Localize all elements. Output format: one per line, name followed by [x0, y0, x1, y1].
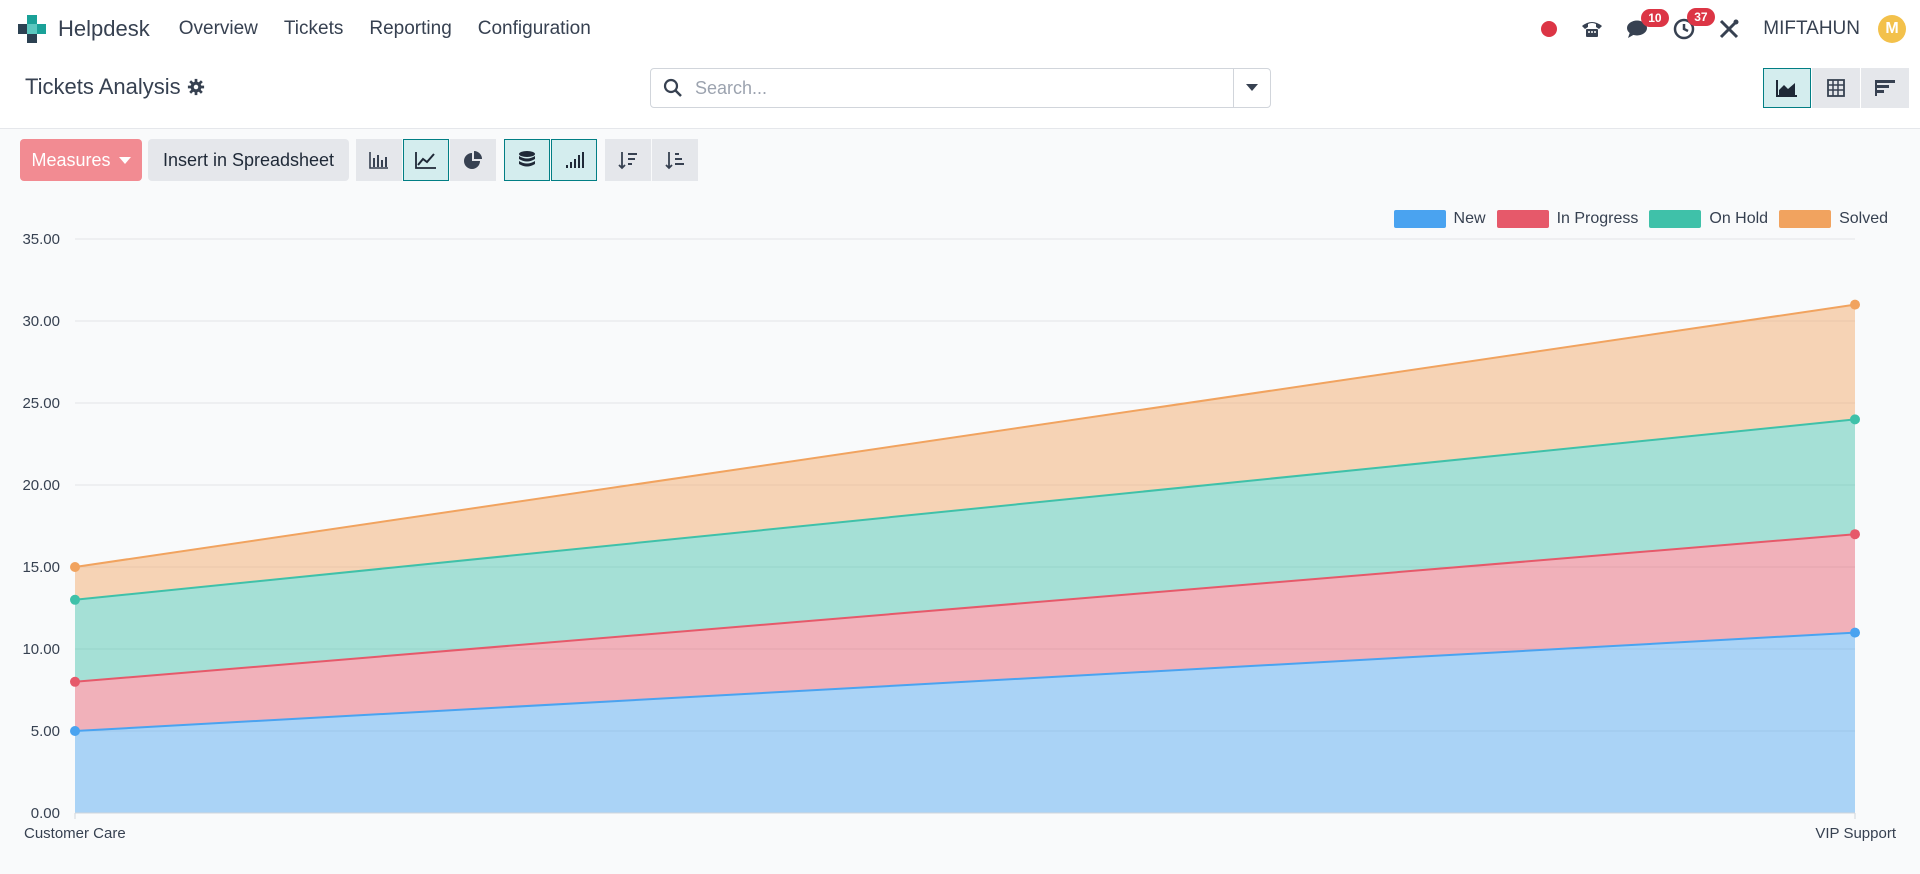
data-point-in-progress [70, 676, 80, 687]
pivot-view-button[interactable] [1812, 68, 1860, 108]
phone-button[interactable] [1581, 20, 1603, 38]
stacked-button[interactable] [504, 139, 550, 181]
area-chart-icon [1776, 80, 1797, 97]
data-point-on-hold [1850, 414, 1860, 425]
sort-descending-icon [618, 152, 637, 170]
line-chart-icon [415, 152, 436, 169]
caret-down-icon [118, 156, 131, 164]
legend-item-in-progress[interactable]: In Progress [1496, 210, 1639, 228]
stacked-area-chart: 0.00 5.00 10.00 15.00 20.00 25.00 30.00 35.00 Cu… [22, 231, 1896, 842]
messages-button[interactable]: 10 [1627, 9, 1669, 39]
control-panel: Tickets Analysis [0, 58, 1920, 129]
insert-spreadsheet-button[interactable]: Insert in Spreadsheet [148, 139, 349, 181]
legend-item-on-hold[interactable]: On Hold [1649, 210, 1768, 228]
main-menu: Overview Tickets Reporting Configuration [166, 18, 604, 40]
y-tick-label: 0.00 [31, 805, 60, 822]
activities-badge: 37 [1687, 8, 1715, 26]
phone-icon [1582, 22, 1603, 37]
app-name: Helpdesk [58, 16, 150, 41]
data-point-in-progress [1850, 529, 1860, 540]
systray: 10 37 MIFTAHUN M [1541, 0, 1920, 58]
chart-area: New In Progress On Hold Solved 0.00 5.00 1… [0, 195, 1920, 869]
record-dot-icon [1541, 21, 1558, 37]
tools-icon [1720, 19, 1739, 39]
y-tick-label: 35.00 [22, 231, 60, 248]
top-navbar: Helpdesk Overview Tickets Reporting Conf… [0, 0, 1920, 58]
messages-badge: 10 [1641, 9, 1669, 27]
data-point-solved [70, 562, 80, 572]
graph-view-button[interactable] [1763, 68, 1811, 108]
cohort-view-button[interactable] [1861, 68, 1909, 108]
x-tick-label: VIP Support [1815, 825, 1896, 842]
caret-down-icon [1246, 84, 1258, 91]
chart-type-group [356, 139, 497, 181]
menu-tickets[interactable]: Tickets [271, 18, 356, 40]
bar-chart-icon [369, 152, 388, 169]
data-point-new [1850, 627, 1860, 638]
data-point-on-hold [70, 594, 80, 605]
y-tick-label: 20.00 [22, 477, 60, 494]
legend-label-solved: Solved [1839, 210, 1888, 227]
table-icon [1827, 79, 1845, 97]
search-icon [663, 78, 682, 97]
chart-legend: New In Progress On Hold Solved [1383, 210, 1888, 228]
user-name[interactable]: MIFTAHUN [1763, 18, 1860, 40]
cohort-icon [1875, 80, 1895, 96]
sort-group [605, 139, 699, 181]
chart-mode-group [504, 139, 598, 181]
y-tick-label: 30.00 [22, 313, 60, 330]
data-point-solved [1850, 299, 1860, 310]
bar-chart-button[interactable] [356, 139, 402, 181]
legend-item-solved[interactable]: Solved [1779, 210, 1888, 228]
sort-ascending-button[interactable] [652, 139, 698, 181]
data-point-new [70, 726, 80, 736]
page-title[interactable]: Tickets Analysis [25, 74, 181, 100]
y-tick-label: 15.00 [22, 559, 60, 576]
signal-bars-icon [566, 152, 584, 168]
page-title-wrap: Tickets Analysis [25, 74, 205, 100]
y-tick-label: 5.00 [31, 723, 60, 740]
avatar[interactable]: M [1878, 15, 1906, 43]
legend-swatch-on-hold [1649, 210, 1702, 228]
database-icon [519, 151, 535, 167]
view-switcher [1763, 68, 1910, 108]
helpdesk-logo-icon [18, 15, 46, 43]
legend-label-in-progress: In Progress [1556, 210, 1639, 227]
legend-label-new: New [1453, 210, 1486, 227]
insert-spreadsheet-label: Insert in Spreadsheet [162, 149, 335, 170]
legend-item-new[interactable]: New [1393, 210, 1486, 228]
menu-reporting[interactable]: Reporting [356, 18, 464, 40]
cumulative-button[interactable] [551, 139, 597, 181]
sort-descending-button[interactable] [605, 139, 651, 181]
x-tick-label: Customer Care [24, 825, 126, 842]
debug-tools-button[interactable] [1719, 19, 1739, 39]
y-tick-label: 10.00 [22, 641, 60, 658]
pie-chart-icon [464, 151, 482, 169]
measures-button[interactable]: Measures [20, 139, 142, 181]
menu-overview[interactable]: Overview [166, 18, 271, 40]
y-tick-label: 25.00 [22, 395, 60, 412]
legend-swatch-new [1393, 210, 1446, 228]
sort-ascending-icon [665, 152, 684, 170]
graph-toolbar: Measures Insert in Spreadsheet [20, 139, 699, 181]
search-input[interactable] [693, 76, 1217, 100]
legend-swatch-in-progress [1496, 210, 1549, 228]
measures-label: Measures [31, 149, 111, 170]
menu-configuration[interactable]: Configuration [465, 18, 604, 40]
line-chart-button[interactable] [403, 139, 449, 181]
pie-chart-button[interactable] [450, 139, 496, 181]
search-bar [650, 68, 1271, 108]
recording-indicator[interactable] [1541, 21, 1558, 37]
app-brand[interactable]: Helpdesk [18, 15, 150, 43]
search-options-toggle[interactable] [1233, 69, 1270, 107]
legend-label-on-hold: On Hold [1709, 210, 1769, 227]
gear-icon[interactable] [187, 78, 205, 96]
legend-swatch-solved [1779, 210, 1832, 228]
activities-button[interactable]: 37 [1673, 8, 1715, 40]
